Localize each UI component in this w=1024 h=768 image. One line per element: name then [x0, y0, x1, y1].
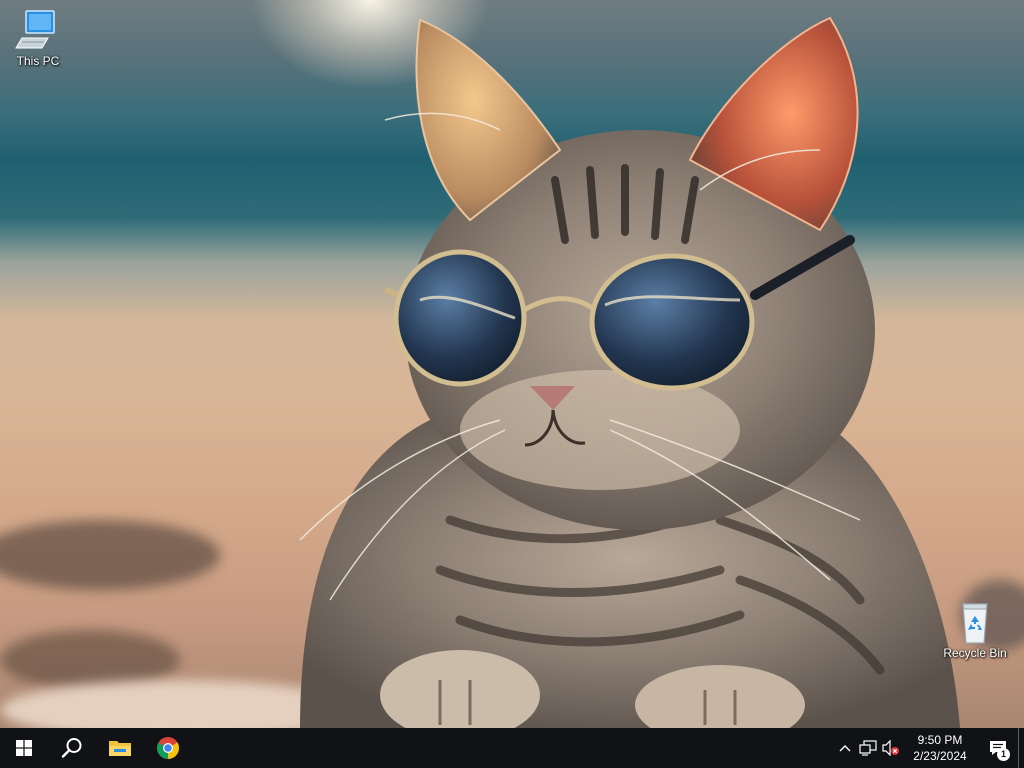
network-icon — [859, 740, 877, 756]
folder-icon — [109, 741, 131, 756]
desktop-wallpaper — [0, 0, 1024, 728]
computer-icon — [14, 8, 62, 52]
desktop-icon-recycle-bin[interactable]: Recycle Bin — [940, 600, 1010, 660]
desktop-icon-label: Recycle Bin — [943, 646, 1007, 660]
network-button[interactable] — [856, 728, 880, 768]
volume-button[interactable] — [880, 728, 902, 768]
desktop-icon-this-pc[interactable]: This PC — [3, 8, 73, 68]
chrome-icon — [157, 737, 179, 759]
cat-wallpaper-image — [299, 16, 960, 728]
clock-time: 9:50 PM — [917, 733, 963, 747]
action-center-button[interactable]: 1 — [978, 728, 1018, 768]
taskbar-chrome[interactable] — [144, 728, 192, 768]
notification-count-badge: 1 — [997, 748, 1010, 761]
taskbar: 9:50 PM 2/23/2024 1 — [0, 728, 1024, 768]
desktop-icon-label: This PC — [16, 54, 60, 68]
show-hidden-icons-button[interactable] — [834, 728, 856, 768]
recycle-bin-icon — [951, 600, 999, 644]
taskbar-file-explorer[interactable] — [96, 728, 144, 768]
clock[interactable]: 9:50 PM 2/23/2024 — [902, 728, 978, 768]
show-desktop-button[interactable] — [1018, 728, 1024, 768]
volume-muted-icon — [882, 740, 899, 756]
clock-date: 2/23/2024 — [913, 749, 967, 763]
chevron-up-icon — [839, 745, 851, 752]
windows-logo-icon — [16, 740, 32, 756]
start-button[interactable] — [0, 728, 48, 768]
search-icon — [61, 738, 82, 758]
search-button[interactable] — [48, 728, 96, 768]
system-tray: 9:50 PM 2/23/2024 1 — [834, 728, 1024, 768]
